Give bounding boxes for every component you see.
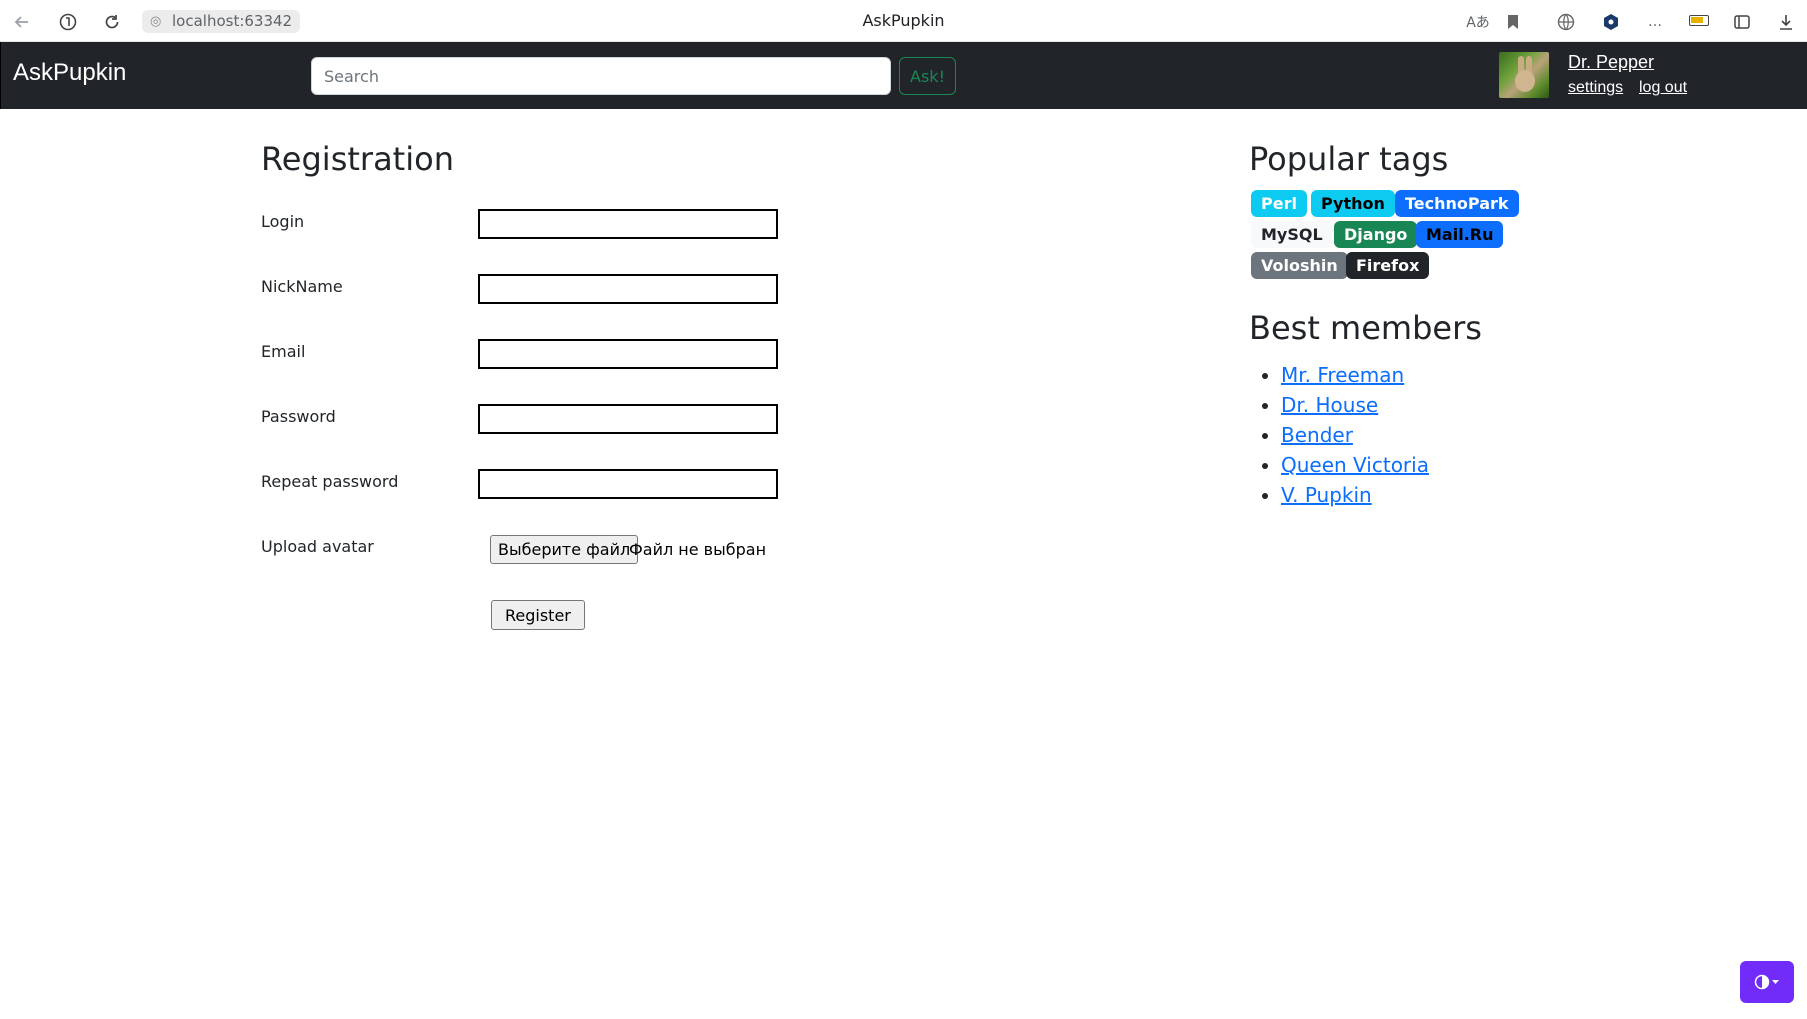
member-link[interactable]: V. Pupkin <box>1281 483 1372 507</box>
popular-tags-title: Popular tags <box>1249 140 1449 178</box>
reload-icon[interactable] <box>100 10 124 34</box>
collections-icon[interactable] <box>1730 10 1754 34</box>
tag-technopark[interactable]: TechnoPark <box>1395 190 1519 217</box>
list-item: Bender <box>1281 420 1429 450</box>
file-status-text: Файл не выбран <box>629 540 767 559</box>
translate-icon[interactable]: Aあ <box>1466 10 1490 34</box>
member-link[interactable]: Dr. House <box>1281 393 1378 417</box>
address-bar[interactable]: ◎ localhost:63342 <box>142 10 301 33</box>
tag-voloshin[interactable]: Voloshin <box>1251 252 1348 279</box>
site-navbar: AskPupkin Ask! Dr. Pepper settings log o… <box>0 42 1807 109</box>
list-item: Queen Victoria <box>1281 450 1429 480</box>
member-link[interactable]: Bender <box>1281 423 1353 447</box>
download-icon[interactable] <box>1774 10 1798 34</box>
settings-link[interactable]: settings <box>1568 79 1623 97</box>
repeat-password-field[interactable] <box>478 469 778 499</box>
login-label: Login <box>261 212 305 231</box>
search-input[interactable] <box>311 57 891 95</box>
tag-python[interactable]: Python <box>1311 190 1395 217</box>
best-members-title: Best members <box>1249 309 1482 347</box>
site-info-icon[interactable]: ◎ <box>150 10 161 33</box>
battery-icon <box>1689 15 1709 26</box>
bookmark-icon[interactable] <box>1501 10 1525 34</box>
more-icon[interactable]: … <box>1643 10 1667 34</box>
nickname-label: NickName <box>261 277 343 296</box>
tag-mailru[interactable]: Mail.Ru <box>1416 221 1504 248</box>
upload-avatar-label: Upload avatar <box>261 537 374 556</box>
user-name-link[interactable]: Dr. Pepper <box>1568 52 1654 73</box>
password-field[interactable] <box>478 404 778 434</box>
yandex-icon[interactable] <box>56 10 80 34</box>
list-item: Mr. Freeman <box>1281 360 1429 390</box>
repeat-password-label: Repeat password <box>261 472 399 491</box>
globe-icon[interactable] <box>1554 10 1578 34</box>
tag-mysql[interactable]: MySQL <box>1251 221 1333 248</box>
back-arrow-icon[interactable] <box>10 10 34 34</box>
tag-django[interactable]: Django <box>1334 221 1418 248</box>
site-brand-link[interactable]: AskPupkin <box>13 59 126 87</box>
choose-file-button[interactable]: Выберите файл <box>490 535 639 564</box>
user-avatar[interactable] <box>1499 52 1549 98</box>
logout-link[interactable]: log out <box>1639 79 1687 97</box>
password-label: Password <box>261 407 336 426</box>
theme-toggle-icon <box>1754 974 1779 990</box>
ask-button[interactable]: Ask! <box>899 57 956 95</box>
url-text: localhost:63342 <box>172 12 293 30</box>
page-title: Registration <box>261 140 454 178</box>
browser-toolbar: ◎ localhost:63342 AskPupkin Aあ … <box>0 0 1807 42</box>
email-field[interactable] <box>478 339 778 369</box>
member-link[interactable]: Mr. Freeman <box>1281 363 1404 387</box>
list-item: Dr. House <box>1281 390 1429 420</box>
register-button[interactable]: Register <box>491 600 585 630</box>
best-members-list: Mr. Freeman Dr. House Bender Queen Victo… <box>1281 360 1429 510</box>
list-item: V. Pupkin <box>1281 480 1429 510</box>
login-field[interactable] <box>478 209 778 239</box>
extension-icon[interactable] <box>1599 10 1623 34</box>
tag-perl[interactable]: Perl <box>1251 190 1307 217</box>
nickname-field[interactable] <box>478 274 778 304</box>
member-link[interactable]: Queen Victoria <box>1281 453 1429 477</box>
tag-firefox[interactable]: Firefox <box>1346 252 1430 279</box>
email-label: Email <box>261 342 306 361</box>
theme-toggle-button[interactable] <box>1740 961 1794 1003</box>
